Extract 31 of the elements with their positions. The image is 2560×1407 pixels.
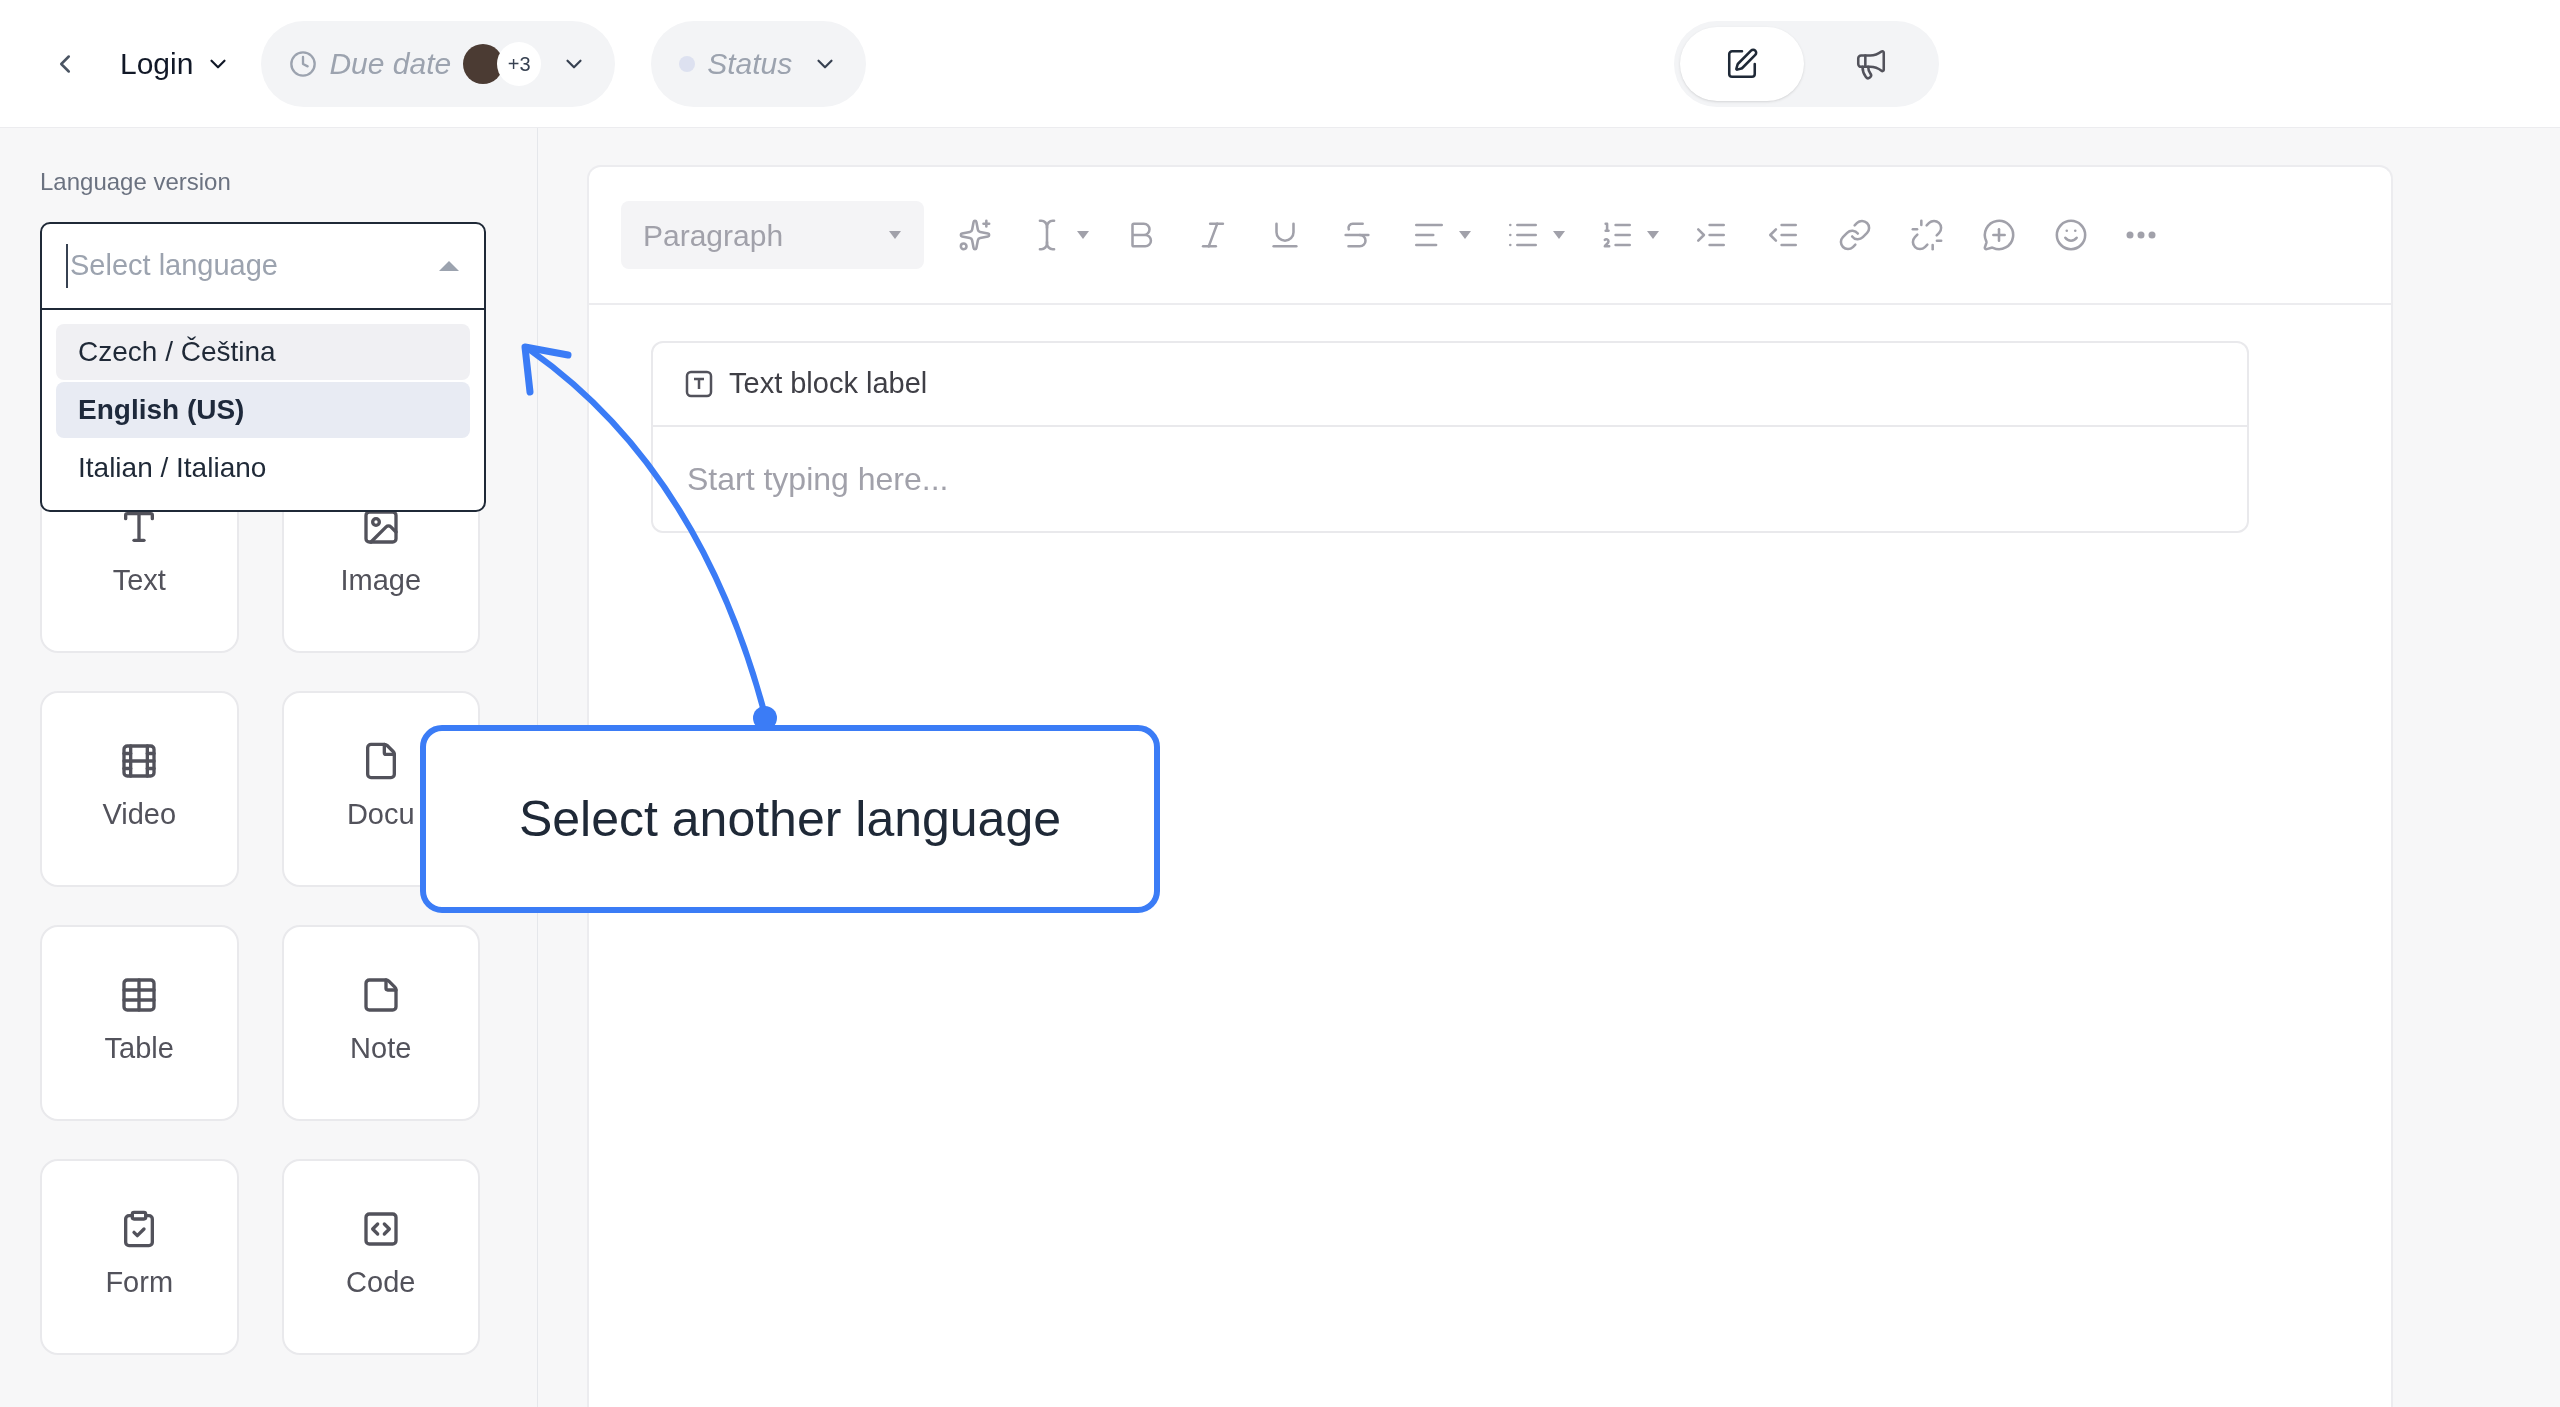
link-icon bbox=[1838, 218, 1872, 252]
sparkles-icon bbox=[958, 218, 992, 252]
block-card[interactable]: Note bbox=[281, 925, 480, 1121]
due-date-filter[interactable]: Due date +3 bbox=[261, 20, 616, 107]
clock-icon bbox=[289, 49, 318, 78]
more-icon bbox=[2126, 231, 2156, 239]
text-block-icon bbox=[685, 370, 713, 398]
breadcrumb-label: Login bbox=[120, 46, 194, 82]
sidebar-title: Language version bbox=[40, 167, 232, 197]
unlink-icon bbox=[1910, 218, 1944, 252]
caret-icon[interactable] bbox=[888, 230, 902, 240]
extra-count: +3 bbox=[497, 41, 542, 86]
caret-icon[interactable] bbox=[1646, 230, 1660, 240]
text-block-field[interactable]: Text block label Start typing here... bbox=[651, 341, 2249, 533]
add-comment-icon bbox=[1982, 218, 2016, 252]
caret-up-icon bbox=[438, 260, 460, 272]
editor-view-tab[interactable] bbox=[1680, 26, 1804, 101]
hint-tooltip: Select another language bbox=[420, 725, 1160, 913]
breadcrumb-dropdown[interactable]: Login bbox=[120, 41, 232, 86]
block-card[interactable]: Video bbox=[40, 691, 239, 887]
language-option[interactable]: English (US) bbox=[56, 382, 470, 438]
caret-icon[interactable] bbox=[1552, 230, 1566, 240]
caret-icon[interactable] bbox=[1458, 230, 1472, 240]
caret-icon[interactable] bbox=[1076, 230, 1090, 240]
pen-square-icon bbox=[1725, 46, 1759, 81]
text-block-label: Text block label bbox=[729, 366, 928, 402]
block-card[interactable]: Code bbox=[281, 1159, 480, 1355]
block-card[interactable]: Table bbox=[40, 925, 239, 1121]
block-card[interactable]: Form bbox=[40, 1159, 239, 1355]
language-option[interactable]: Czech / Čeština bbox=[56, 324, 470, 380]
emoji-icon bbox=[2054, 218, 2088, 252]
